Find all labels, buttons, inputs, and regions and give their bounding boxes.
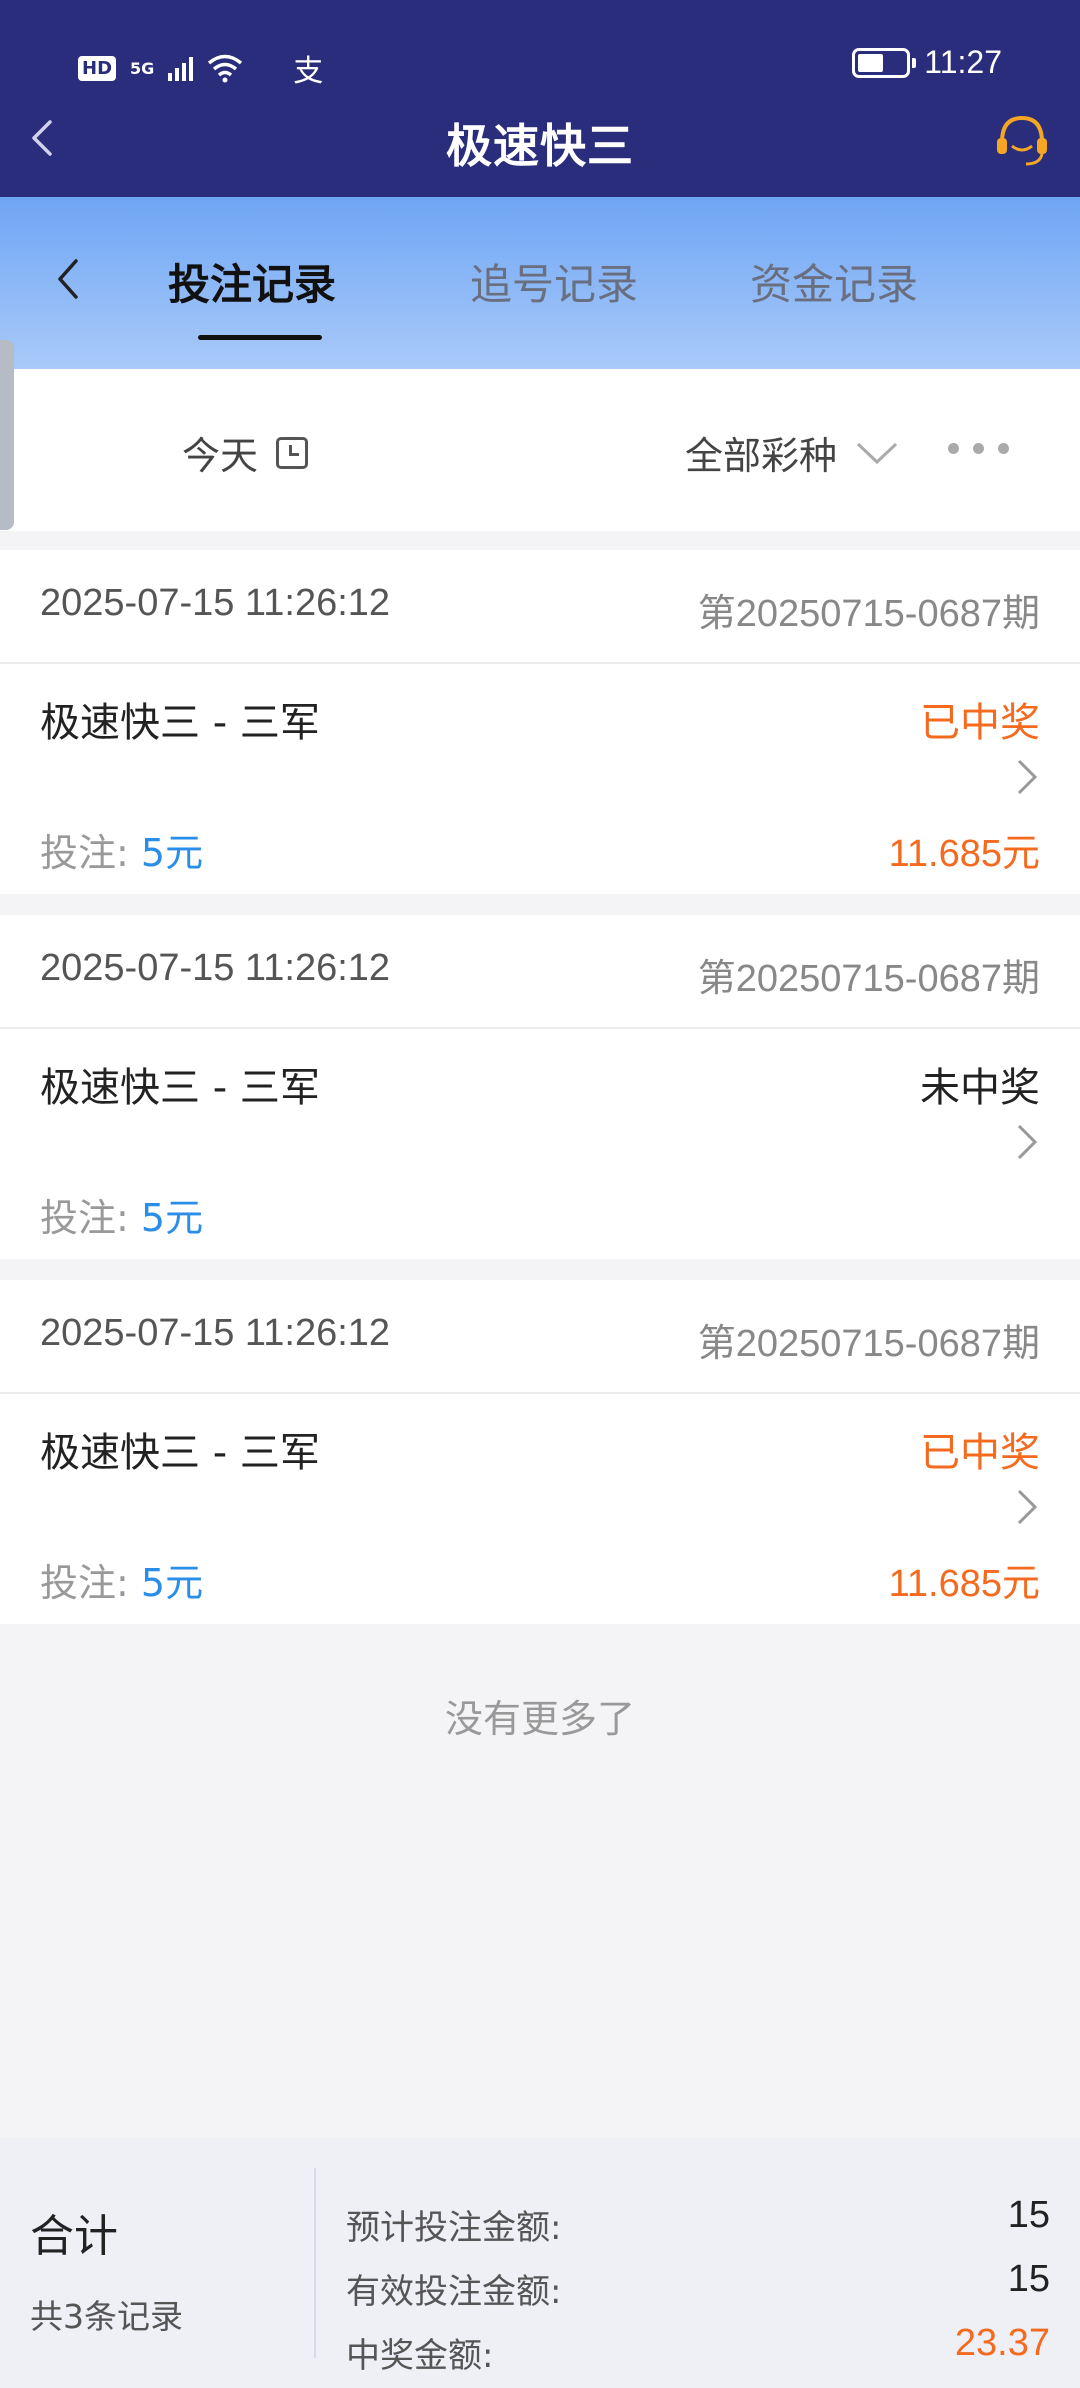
- record-time: 2025-07-15 11:26:12: [40, 947, 391, 989]
- bet-record[interactable]: 2025-07-15 11:26:12 第20250715-0687期 极速快三…: [0, 1280, 1080, 1624]
- status-time: 11:27: [924, 44, 1002, 80]
- chevron-right-icon: [1017, 1489, 1038, 1525]
- divider: [314, 2168, 316, 2358]
- bet-amount: 5元: [140, 1196, 204, 1240]
- status-bar: HD 5G 支 11:27: [0, 40, 1080, 90]
- summary-label: 有效投注金额:: [346, 2272, 562, 2312]
- bet-label: 投注:: [40, 831, 129, 875]
- record-status: 已中奖: [920, 1430, 1040, 1476]
- network-label: 5G: [130, 58, 155, 78]
- active-tab-indicator: [198, 335, 322, 340]
- nav-bar: 极速快三: [0, 100, 1080, 180]
- bet-amount: 5元: [140, 1561, 204, 1605]
- summary-row-prize: 中奖金额: 23.37: [346, 2322, 1050, 2377]
- bet-record[interactable]: 2025-07-15 11:26:12 第20250715-0687期 极速快三…: [0, 550, 1080, 894]
- record-name: 极速快三 - 三军: [40, 700, 320, 746]
- record-header: 2025-07-15 11:26:12 第20250715-0687期: [0, 915, 1080, 1029]
- record-time: 2025-07-15 11:26:12: [40, 582, 391, 624]
- page-title: 极速快三: [446, 119, 634, 173]
- summary-footer: 合计 共3条记录 预计投注金额: 15 有效投注金额: 15 中奖金额: 23.…: [0, 2138, 1080, 2388]
- record-prize: 11.685元: [888, 833, 1040, 875]
- record-name: 极速快三 - 三军: [40, 1065, 320, 1111]
- record-header: 2025-07-15 11:26:12 第20250715-0687期: [0, 550, 1080, 664]
- customer-service-icon[interactable]: [992, 110, 1052, 170]
- record-body: 极速快三 - 三军 已中奖 投注: 5元 11.685元: [0, 664, 1080, 894]
- lottery-type-label: 全部彩种: [685, 434, 838, 478]
- record-status: 已中奖: [920, 700, 1040, 746]
- bet-amount: 5元: [140, 831, 204, 875]
- record-name: 极速快三 - 三军: [40, 1430, 320, 1476]
- filter-bar: 今天 全部彩种: [0, 369, 1080, 531]
- top-bar: HD 5G 支 11:27 极速快三: [0, 0, 1080, 197]
- summary-value: 15: [1007, 2258, 1050, 2300]
- bet-record[interactable]: 2025-07-15 11:26:12 第20250715-0687期 极速快三…: [0, 915, 1080, 1259]
- battery-level: [858, 53, 884, 72]
- tab-back-icon[interactable]: [52, 255, 86, 303]
- record-time: 2025-07-15 11:26:12: [40, 1312, 391, 1354]
- chevron-right-icon: [1017, 759, 1038, 795]
- battery-icon: [852, 47, 917, 78]
- summary-row-expected: 预计投注金额: 15: [346, 2194, 1050, 2249]
- lottery-type-filter[interactable]: 全部彩种: [685, 425, 899, 480]
- chevron-right-icon: [1017, 1124, 1038, 1160]
- more-icon[interactable]: [948, 443, 1009, 454]
- hd-badge: HD: [78, 55, 117, 81]
- side-drawer-handle[interactable]: [0, 340, 14, 530]
- signal-icon: [168, 55, 194, 81]
- status-right: 11:27: [852, 44, 1002, 81]
- record-header: 2025-07-15 11:26:12 第20250715-0687期: [0, 1280, 1080, 1394]
- pay-icon: 支: [293, 54, 324, 89]
- date-filter[interactable]: 今天: [182, 425, 309, 480]
- summary-label: 中奖金额:: [346, 2336, 494, 2376]
- record-period: 第20250715-0687期: [697, 958, 1040, 1000]
- no-more-label: 没有更多了: [444, 1697, 635, 1741]
- record-bet: 投注: 5元: [40, 822, 203, 877]
- summary-value: 15: [1007, 2194, 1050, 2236]
- clock-icon: [276, 436, 309, 469]
- summary-row-valid: 有效投注金额: 15: [346, 2258, 1050, 2313]
- date-filter-label: 今天: [182, 434, 259, 478]
- summary-label: 预计投注金额:: [346, 2208, 562, 2248]
- chevron-down-icon: [856, 442, 898, 464]
- bet-label: 投注:: [40, 1561, 129, 1605]
- record-status: 未中奖: [920, 1065, 1040, 1111]
- tab-bet-records[interactable]: 投注记录: [168, 251, 336, 312]
- record-period: 第20250715-0687期: [697, 593, 1040, 635]
- summary-value: 23.37: [954, 2322, 1050, 2364]
- bet-label: 投注:: [40, 1196, 129, 1240]
- total-label: 合计: [30, 2211, 118, 2262]
- record-body: 极速快三 - 三军 未中奖 投注: 5元: [0, 1029, 1080, 1259]
- record-period: 第20250715-0687期: [697, 1323, 1040, 1365]
- wifi-icon: [208, 54, 243, 83]
- record-count: 共3条记录: [30, 2297, 183, 2336]
- record-bet: 投注: 5元: [40, 1187, 203, 1242]
- record-prize: 11.685元: [888, 1563, 1040, 1605]
- record-tabs: 投注记录 追号记录 资金记录: [0, 197, 1080, 369]
- record-bet: 投注: 5元: [40, 1552, 203, 1607]
- record-body: 极速快三 - 三军 已中奖 投注: 5元 11.685元: [0, 1394, 1080, 1624]
- tab-chase-records[interactable]: 追号记录: [470, 251, 638, 312]
- status-left: HD 5G 支: [78, 46, 323, 90]
- tab-fund-records[interactable]: 资金记录: [750, 251, 918, 312]
